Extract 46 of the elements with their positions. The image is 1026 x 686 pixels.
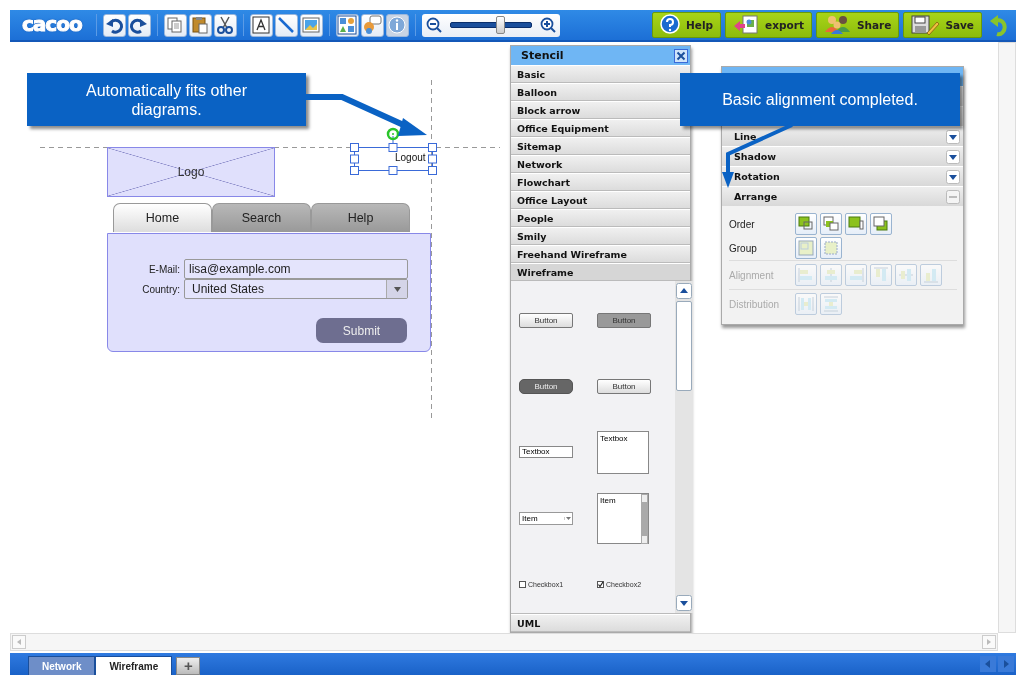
stencil-category[interactable]: Network bbox=[511, 155, 690, 173]
save-button[interactable]: Save bbox=[903, 12, 982, 38]
button-shape[interactable]: Button bbox=[519, 312, 573, 328]
property-section[interactable]: Arrange bbox=[722, 186, 963, 206]
property-section[interactable]: Rotation bbox=[722, 166, 963, 186]
country-dropdown[interactable]: United States bbox=[184, 279, 408, 299]
app-logo: cacoo bbox=[21, 11, 83, 38]
stencil-category[interactable]: Flowchart bbox=[511, 173, 690, 191]
property-section[interactable]: Shadow bbox=[722, 146, 963, 166]
textarea-shape[interactable]: Textbox bbox=[597, 430, 649, 474]
listbox-shape[interactable]: Item bbox=[597, 492, 649, 544]
dropdown-shape[interactable]: Item bbox=[519, 511, 573, 525]
stencil-category[interactable]: Smily bbox=[511, 227, 690, 245]
stencil-category[interactable]: Wireframe bbox=[511, 263, 690, 281]
callout-tooltip: Basic alignment completed. bbox=[680, 73, 960, 126]
stencil-category[interactable]: Office Layout bbox=[511, 191, 690, 209]
stencil-category[interactable]: Basic bbox=[511, 65, 690, 83]
sheet-tab[interactable]: Wireframe bbox=[95, 656, 173, 675]
stencil-category[interactable]: People bbox=[511, 209, 690, 227]
email-field[interactable]: lisa@example.com bbox=[184, 259, 408, 279]
submit-button[interactable]: Submit bbox=[316, 318, 407, 343]
button-shape[interactable]: Button bbox=[597, 312, 651, 328]
button-shape[interactable]: Button bbox=[597, 378, 651, 394]
mockup-tab[interactable]: Home bbox=[113, 203, 212, 232]
stencil-category[interactable]: Sitemap bbox=[511, 137, 690, 155]
field-label: E-Mail: bbox=[147, 263, 180, 275]
textbox-shape[interactable]: Textbox bbox=[519, 446, 573, 458]
property-section[interactable]: Line bbox=[722, 126, 963, 146]
help-button[interactable]: Help bbox=[652, 12, 722, 38]
stencil-category[interactable]: Freehand Wireframe bbox=[511, 245, 690, 263]
stencil-category[interactable]: Office Equipment bbox=[511, 119, 690, 137]
panel-title: Stencil bbox=[521, 49, 564, 62]
arrange-label: Distribution bbox=[729, 298, 781, 310]
button-shape[interactable]: Button bbox=[519, 378, 573, 394]
mockup-tab[interactable]: Help bbox=[311, 203, 410, 232]
field-label: Country: bbox=[141, 283, 180, 295]
add-sheet-button[interactable]: + bbox=[176, 657, 201, 675]
stencil-category[interactable]: UML bbox=[511, 614, 690, 632]
arrange-label: Order bbox=[729, 218, 756, 230]
arrange-label: Group bbox=[729, 242, 758, 254]
share-button[interactable]: Share bbox=[815, 12, 900, 38]
arrange-label: Alignment bbox=[729, 269, 775, 281]
logo-label: Logo bbox=[177, 165, 205, 179]
export-button[interactable]: export bbox=[725, 12, 812, 38]
mockup-tab[interactable]: Search bbox=[212, 203, 311, 232]
callout-tooltip: Automatically fits other diagrams. bbox=[27, 73, 306, 126]
